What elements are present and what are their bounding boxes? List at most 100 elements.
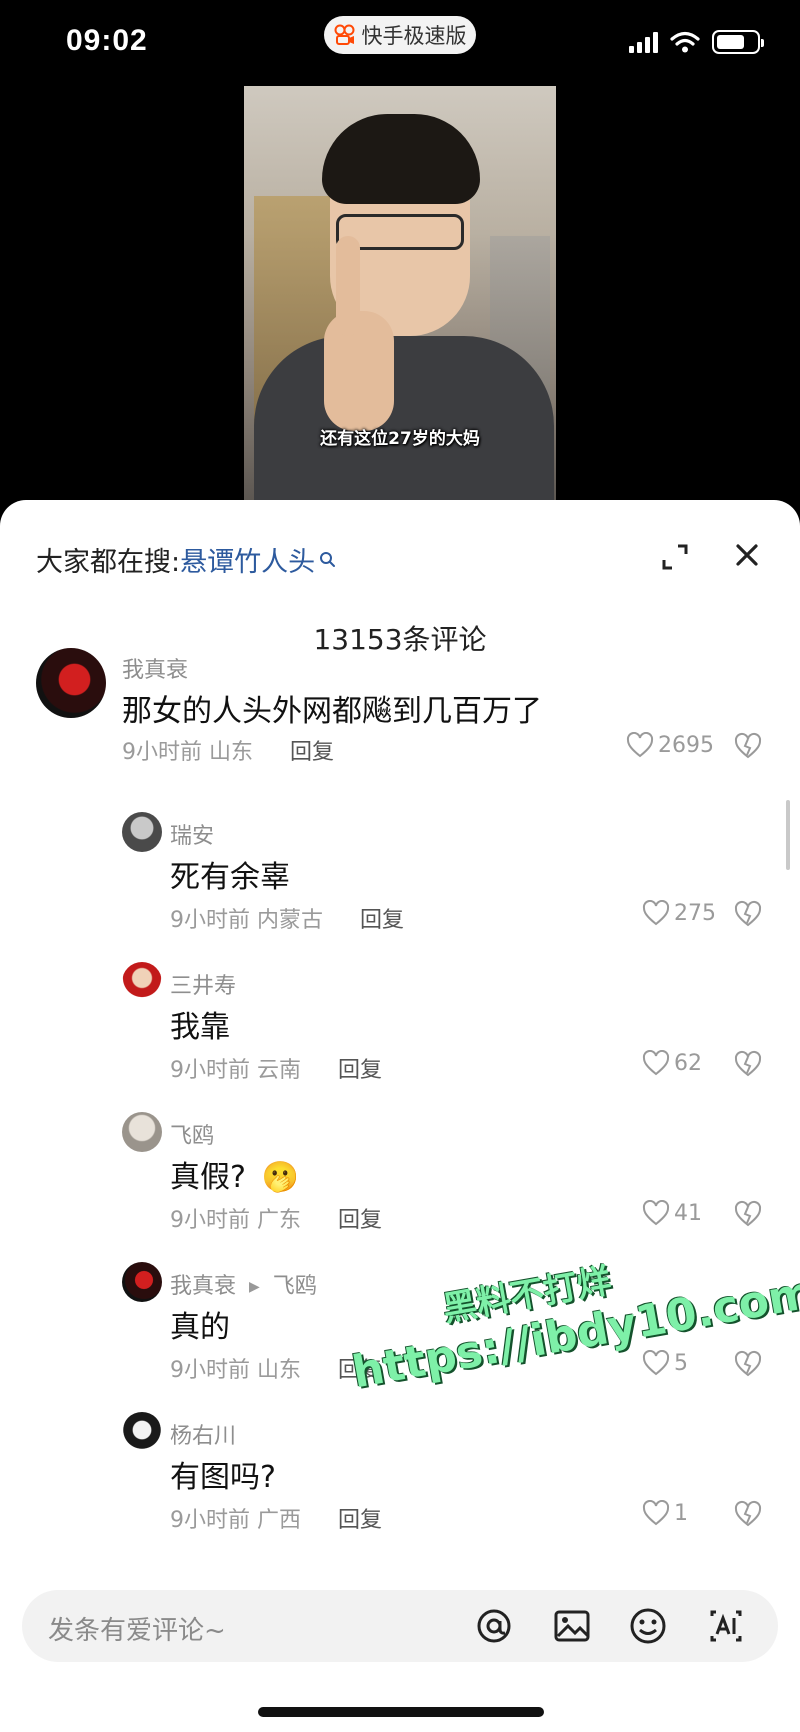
comment-meta: 9小时前 内蒙古 回复 xyxy=(170,902,404,934)
like-button[interactable]: 1 xyxy=(642,1500,688,1526)
ai-icon[interactable] xyxy=(704,1604,748,1648)
like-count: 62 xyxy=(674,1050,702,1076)
dislike-icon[interactable] xyxy=(734,1050,762,1078)
comment-location: 山东 xyxy=(257,1358,302,1383)
heart-icon xyxy=(642,900,670,926)
dislike-icon[interactable] xyxy=(734,1350,762,1378)
avatar[interactable] xyxy=(122,962,162,1002)
comment-time: 9小时前 xyxy=(170,1358,257,1383)
battery-icon xyxy=(712,30,764,54)
comment-username[interactable]: 我真衰 xyxy=(122,652,188,684)
heart-icon xyxy=(642,1500,670,1526)
comment-count: 13153条评论 xyxy=(313,623,487,656)
status-bar: 09:02 快手极速版 xyxy=(0,0,800,90)
status-icons xyxy=(629,30,764,54)
comment-username: 我真衰 ▶ 飞鸥 xyxy=(170,1268,317,1300)
comment-sheet: 大家都在搜: 悬谭竹人头 13153条评论 我真衰 那女的人头外网都飚到几百万了… xyxy=(0,500,800,1732)
comment-input-placeholder[interactable]: 发条有爱评论~ xyxy=(48,1610,226,1647)
reply-item: 飞鸥 真假? 🫢 9小时前 广东 回复 41 xyxy=(0,1112,800,1258)
comment-text: 我靠 xyxy=(170,1010,230,1045)
dislike-icon[interactable] xyxy=(734,900,762,928)
reply-item: 杨右川 有图吗? 9小时前 广西 回复 1 xyxy=(0,1412,800,1558)
like-count: 5 xyxy=(674,1350,688,1376)
like-count: 275 xyxy=(674,900,716,926)
status-time: 09:02 xyxy=(66,24,148,57)
comment-composer[interactable]: 发条有爱评论~ xyxy=(22,1590,778,1662)
mention-icon[interactable] xyxy=(472,1604,516,1648)
reply-arrow-icon: ▶ xyxy=(249,1279,260,1295)
heart-icon xyxy=(642,1350,670,1376)
like-button[interactable]: 62 xyxy=(642,1050,702,1076)
reply-button[interactable]: 回复 xyxy=(290,740,334,765)
comment-time: 9小时前 xyxy=(170,1508,257,1533)
comment-text: 真的 xyxy=(170,1310,230,1345)
comment-location: 山东 xyxy=(209,740,254,765)
comment-location: 内蒙古 xyxy=(257,908,324,933)
reply-target[interactable]: 飞鸥 xyxy=(273,1274,317,1299)
app-back-pill[interactable]: 快手极速版 xyxy=(324,16,476,54)
comment-time: 9小时前 xyxy=(170,908,257,933)
home-indicator[interactable] xyxy=(258,1707,544,1717)
comment-text: 真假? 🫢 xyxy=(170,1152,299,1196)
kuaishou-logo-icon xyxy=(334,24,354,45)
like-button[interactable]: 2695 xyxy=(626,732,714,758)
comment-item: 我真衰 那女的人头外网都飚到几百万了 9小时前 山东 回复 2695 xyxy=(0,648,800,808)
dislike-icon[interactable] xyxy=(734,732,762,760)
trending-search-keyword[interactable]: 悬谭竹人头 xyxy=(180,540,315,579)
reply-button[interactable]: 回复 xyxy=(338,1058,382,1083)
video-subtitle: 还有这位27岁的大妈 xyxy=(320,429,480,449)
peeking-emoji-icon: 🫢 xyxy=(261,1160,299,1195)
comment-time: 9小时前 xyxy=(122,740,209,765)
reply-button[interactable]: 回复 xyxy=(338,1208,382,1233)
comment-username[interactable]: 三井寿 xyxy=(170,968,236,1000)
heart-icon xyxy=(626,732,654,758)
comment-time: 9小时前 xyxy=(170,1058,257,1083)
wifi-icon xyxy=(670,31,700,53)
comment-text: 那女的人头外网都飚到几百万了 xyxy=(122,694,542,729)
reply-button[interactable]: 回复 xyxy=(338,1508,382,1533)
avatar[interactable] xyxy=(122,1112,162,1152)
dislike-icon[interactable] xyxy=(734,1200,762,1228)
image-icon[interactable] xyxy=(550,1604,594,1648)
like-button[interactable]: 41 xyxy=(642,1200,702,1226)
comment-location: 云南 xyxy=(257,1058,302,1083)
reply-author[interactable]: 我真衰 xyxy=(170,1274,236,1299)
avatar[interactable] xyxy=(36,648,106,718)
heart-icon xyxy=(642,1050,670,1076)
comment-username[interactable]: 瑞安 xyxy=(170,818,214,850)
comment-meta: 9小时前 云南 回复 xyxy=(170,1052,382,1084)
expand-icon[interactable] xyxy=(660,542,690,572)
like-count: 41 xyxy=(674,1200,702,1226)
app-name: 快手极速版 xyxy=(361,24,467,48)
video-player[interactable]: 还有这位27岁的大妈 xyxy=(244,86,556,506)
like-button[interactable]: 275 xyxy=(642,900,716,926)
like-count: 1 xyxy=(674,1500,688,1526)
avatar[interactable] xyxy=(122,1262,162,1302)
comment-meta: 9小时前 广西 回复 xyxy=(170,1502,382,1534)
like-button[interactable]: 5 xyxy=(642,1350,688,1376)
emoji-icon[interactable] xyxy=(626,1604,670,1648)
search-icon xyxy=(320,551,336,567)
comment-username[interactable]: 杨右川 xyxy=(170,1418,236,1450)
trending-search-prefix: 大家都在搜: xyxy=(36,547,181,578)
comment-text-content: 真假? xyxy=(170,1160,246,1195)
comment-meta: 9小时前 广东 回复 xyxy=(170,1202,382,1234)
comment-location: 广东 xyxy=(257,1208,302,1233)
reply-button[interactable]: 回复 xyxy=(360,908,404,933)
reply-item: 三井寿 我靠 9小时前 云南 回复 62 xyxy=(0,962,800,1108)
cellular-signal-icon xyxy=(629,31,658,53)
close-icon[interactable] xyxy=(730,538,764,572)
avatar[interactable] xyxy=(122,812,162,852)
trending-search[interactable]: 大家都在搜: 悬谭竹人头 xyxy=(36,540,337,579)
comment-location: 广西 xyxy=(257,1508,302,1533)
comment-text: 死有余辜 xyxy=(170,860,290,895)
like-count: 2695 xyxy=(658,732,714,758)
comment-text: 有图吗? xyxy=(170,1460,276,1495)
avatar[interactable] xyxy=(122,1412,162,1452)
heart-icon xyxy=(642,1200,670,1226)
dislike-icon[interactable] xyxy=(734,1500,762,1528)
reply-item: 瑞安 死有余辜 9小时前 内蒙古 回复 275 xyxy=(0,812,800,958)
comment-meta: 9小时前 山东 回复 xyxy=(122,734,334,766)
comment-username[interactable]: 飞鸥 xyxy=(170,1118,214,1150)
comment-time: 9小时前 xyxy=(170,1208,257,1233)
